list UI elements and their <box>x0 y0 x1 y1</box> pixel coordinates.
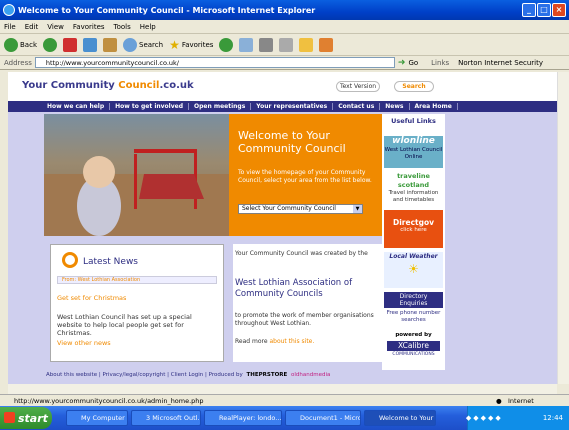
nav-contact[interactable]: Contact us <box>333 103 381 110</box>
news-icon <box>62 252 78 268</box>
nav-how-we-help[interactable]: How we can help <box>42 103 111 110</box>
back-icon <box>4 37 18 52</box>
playground-photo <box>44 114 229 236</box>
tray-icons[interactable]: ◆◆◆◆◆ <box>466 414 503 422</box>
latest-news-box: Latest News From: West Lothian Associati… <box>50 244 224 362</box>
site-footer: About this website | Privacy/legal/copyr… <box>8 370 557 384</box>
welcome-panel: Welcome to Your Community Council To vie… <box>229 114 382 236</box>
search-icon <box>123 37 137 52</box>
star-icon: ★ <box>169 37 180 52</box>
news-headline[interactable]: Get set for Christmas <box>57 294 126 302</box>
menu-favorites[interactable]: Favorites <box>73 23 105 31</box>
maximize-button[interactable]: □ <box>537 3 551 17</box>
news-from: From: West Lothian Association <box>57 276 217 284</box>
horizontal-scrollbar[interactable] <box>8 384 557 394</box>
site-nav: How we can help How to get involved Open… <box>8 101 557 112</box>
refresh-icon[interactable] <box>83 37 97 52</box>
favorites-button[interactable]: ★ Favorites <box>169 38 213 52</box>
assoc-read-more: Read more about this site. <box>235 338 315 345</box>
address-bar: Address http://www.yourcommunitycouncil.… <box>0 56 569 70</box>
text-version-button[interactable]: Text Version <box>336 81 380 92</box>
association-box: Your Community Council was created by th… <box>233 244 383 362</box>
close-button[interactable]: × <box>552 3 566 17</box>
task-browser[interactable]: Welcome to Your ... <box>364 410 436 426</box>
menu-help[interactable]: Help <box>140 23 156 31</box>
page-content: Your Community Council.co.uk Text Versio… <box>8 72 557 384</box>
globe-icon: ● <box>496 396 502 405</box>
search-button[interactable]: Search <box>123 37 163 52</box>
window-title: Welcome to Your Community Council - Micr… <box>18 5 316 15</box>
back-button[interactable]: Back <box>4 37 37 52</box>
traveline-link[interactable]: traveline scotland Travel information an… <box>384 172 443 208</box>
task-realplayer[interactable]: RealPlayer: londo... <box>204 410 282 426</box>
directory-enquiries-link[interactable]: Directory Enquiries Free phone number se… <box>384 292 443 328</box>
minimize-button[interactable]: _ <box>522 3 536 17</box>
folder-icon[interactable] <box>299 37 314 52</box>
edit-icon[interactable] <box>279 37 294 52</box>
menu-view[interactable]: View <box>47 23 64 31</box>
useful-links-sidebar: Useful Links wlonline West Lothian Counc… <box>382 114 445 370</box>
system-tray: ◆◆◆◆◆ 12:44 <box>466 406 569 430</box>
address-input[interactable]: http://www.yourcommunitycouncil.co.uk/ <box>34 57 395 68</box>
site-logo[interactable]: Your Community Council.co.uk <box>22 80 194 91</box>
task-document[interactable]: Document1 - Micro... <box>285 410 361 426</box>
chevron-down-icon: ▼ <box>353 205 362 213</box>
assoc-title: West Lothian Association of Community Co… <box>235 278 353 299</box>
home-icon[interactable] <box>103 37 117 52</box>
nav-get-involved[interactable]: How to get involved <box>110 103 190 110</box>
about-site-link[interactable]: about this site. <box>269 338 314 345</box>
forward-icon[interactable] <box>43 37 57 52</box>
menu-bar: File Edit View Favorites Tools Help <box>0 20 569 34</box>
menu-tools[interactable]: Tools <box>114 23 131 31</box>
browser-window: Welcome to Your Community Council - Micr… <box>0 0 569 430</box>
site-search-button[interactable]: Search <box>394 81 434 92</box>
status-bar: http://www.yourcommunitycouncil.co.uk/ad… <box>0 394 569 406</box>
wlonline-link[interactable]: wlonline West Lothian Council Online <box>384 136 443 168</box>
site-header: Your Community Council.co.uk Text Versio… <box>8 72 557 101</box>
task-outlook[interactable]: 3 Microsoft Outl... <box>131 410 201 426</box>
photo-illustration <box>44 149 229 236</box>
council-select[interactable]: Select Your Community Council ▼ <box>238 204 363 214</box>
view-other-news-link[interactable]: View other news <box>57 339 111 347</box>
vertical-scrollbar[interactable] <box>557 72 569 384</box>
print-icon[interactable] <box>259 37 274 52</box>
url-text: http://www.yourcommunitycouncil.co.uk/ <box>45 59 179 67</box>
menu-file[interactable]: File <box>4 23 16 31</box>
directgov-link[interactable]: Directgov click here <box>384 210 443 248</box>
stop-icon[interactable] <box>63 37 77 52</box>
address-label: Address <box>4 58 32 67</box>
task-my-computer[interactable]: My Computer <box>66 410 128 426</box>
local-weather-link[interactable]: Local Weather ☀ <box>384 252 443 288</box>
go-arrow-icon[interactable]: ➜ <box>398 58 406 68</box>
news-body: West Lothian Council has set up a specia… <box>57 313 192 337</box>
nav-news[interactable]: News <box>380 103 410 110</box>
nav-area-home[interactable]: Area Home <box>410 103 458 110</box>
weather-icon: ☀ <box>408 262 419 276</box>
start-button[interactable]: start <box>0 407 52 429</box>
xcalibre-link[interactable]: powered by XCalibre COMMUNICATIONS <box>384 332 443 366</box>
windows-logo-icon <box>4 412 15 423</box>
assoc-intro: Your Community Council was created by th… <box>235 250 368 257</box>
links-button[interactable]: Links <box>431 59 449 67</box>
welcome-title: Welcome to Your Community Council <box>238 129 346 155</box>
messenger-icon[interactable] <box>319 37 334 52</box>
clock: 12:44 <box>542 414 563 422</box>
title-bar: Welcome to Your Community Council - Micr… <box>0 0 569 20</box>
assoc-text: to promote the work of member organisati… <box>235 312 374 327</box>
status-zone: Internet <box>508 396 534 405</box>
menu-edit[interactable]: Edit <box>25 23 39 31</box>
nav-representatives[interactable]: Your representatives <box>251 103 334 110</box>
nav-open-meetings[interactable]: Open meetings <box>189 103 252 110</box>
status-url: http://www.yourcommunitycouncil.co.uk/ad… <box>14 396 204 405</box>
toolbar: Back Search ★ Favorites <box>0 34 569 56</box>
norton-label[interactable]: Norton Internet Security <box>458 59 543 67</box>
go-button[interactable]: Go <box>408 59 418 67</box>
taskbar: start My Computer 3 Microsoft Outl... Re… <box>0 406 569 430</box>
news-title: Latest News <box>83 257 138 267</box>
mail-icon[interactable] <box>239 37 254 52</box>
media-icon[interactable] <box>219 37 234 52</box>
welcome-text: To view the homepage of your Community C… <box>238 169 372 184</box>
ie-icon <box>3 4 15 16</box>
useful-links-title: Useful Links <box>391 117 436 125</box>
